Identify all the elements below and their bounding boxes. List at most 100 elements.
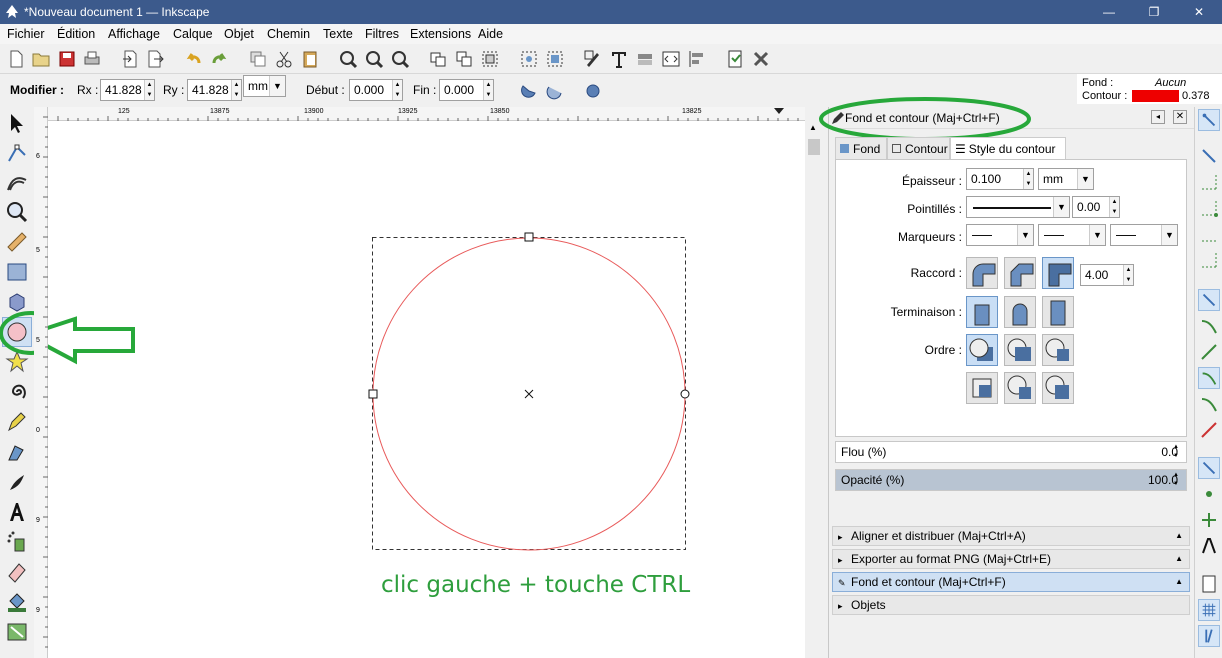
minimize-button[interactable]: — (1086, 0, 1132, 24)
order-stroke-fill-markers-button[interactable] (1004, 334, 1036, 366)
snap-path-icon[interactable] (1198, 315, 1220, 337)
maximize-button[interactable]: ❐ (1131, 0, 1177, 24)
round-cap-button[interactable] (1004, 296, 1036, 328)
snap-cusp-icon[interactable] (1198, 367, 1220, 389)
gradient-tool-icon[interactable] (5, 620, 29, 644)
text-tool-icon[interactable] (5, 500, 29, 524)
close-button[interactable]: ✕ (1176, 0, 1222, 24)
panel-align-distribute[interactable]: ▸ Aligner et distribuer (Maj+Ctrl+A) ▲ (832, 526, 1190, 546)
expand-arrow-icon[interactable]: ▲ (1175, 550, 1183, 568)
scroll-up-icon[interactable]: ▲ (809, 123, 817, 132)
order-stroke-markers-fill-button[interactable] (1004, 372, 1036, 404)
snap-bbox-center-icon[interactable] (1198, 249, 1220, 271)
start-spin-arrows-icon[interactable]: ▲ ▼ (392, 80, 402, 100)
calligraphy-tool-icon[interactable] (5, 470, 29, 494)
snap-midpoint-icon[interactable] (1198, 419, 1220, 441)
order-fill-markers-stroke-button[interactable] (966, 372, 998, 404)
snap-rotation-center-icon[interactable] (1198, 509, 1220, 531)
menu-objet[interactable]: Objet (224, 27, 254, 41)
paint-bucket-tool-icon[interactable] (5, 590, 29, 614)
tweak-tool-icon[interactable] (5, 170, 29, 194)
text-dialog-icon[interactable] (609, 49, 629, 69)
miter-limit-arrows-icon[interactable]: ▲ ▼ (1123, 265, 1133, 285)
end-spin-arrows-icon[interactable]: ▲ ▼ (483, 80, 493, 100)
miter-join-button[interactable] (1042, 257, 1074, 289)
pen-tool-icon[interactable] (5, 440, 29, 464)
layers-dialog-icon[interactable] (635, 49, 655, 69)
expand-arrow-icon[interactable]: ▲ (1175, 527, 1183, 545)
menu-chemin[interactable]: Chemin (267, 27, 310, 41)
menu-calque[interactable]: Calque (173, 27, 213, 41)
open-arc-icon[interactable] (546, 82, 564, 100)
measure-tool-icon[interactable] (5, 230, 29, 254)
menu-edition[interactable]: Édition (57, 27, 95, 41)
snap-bbox-edge-icon[interactable] (1198, 171, 1220, 193)
cut-icon[interactable] (274, 49, 294, 69)
dock-close-icon[interactable]: ✕ (1173, 110, 1187, 124)
dash-pattern-select[interactable]: ▼ (966, 196, 1070, 218)
duplicate-icon[interactable] (248, 49, 268, 69)
spiral-tool-icon[interactable] (5, 380, 29, 404)
import-icon[interactable] (120, 49, 140, 69)
spray-tool-icon[interactable] (5, 530, 29, 554)
open-folder-icon[interactable] (31, 49, 51, 69)
snap-text-baseline-icon[interactable] (1198, 535, 1220, 557)
ellipse-rx-handle[interactable] (368, 389, 378, 399)
snap-bbox-corner-icon[interactable] (1198, 197, 1220, 219)
fill-stroke-indicator[interactable]: Fond : Aucun Contour : 0.378 (1077, 74, 1222, 104)
make-whole-icon[interactable] (584, 82, 602, 100)
snap-center-icon[interactable] (1198, 483, 1220, 505)
tab-style-contour[interactable]: ☰ Style du contour (950, 137, 1066, 159)
align-icon[interactable] (545, 49, 565, 69)
canvas-scrollbar[interactable]: ▲ (805, 121, 823, 658)
ry-spin-arrows-icon[interactable]: ▲ ▼ (231, 80, 241, 100)
order-markers-fill-stroke-button[interactable] (1042, 334, 1074, 366)
rx-spinbox[interactable]: 41.828 ▲ ▼ (100, 79, 155, 101)
rx-spin-arrows-icon[interactable]: ▲ ▼ (144, 80, 154, 100)
paste-icon[interactable] (300, 49, 320, 69)
dock-iconify-icon[interactable]: ◂ (1151, 110, 1165, 124)
end-marker-select[interactable]: ▼ (1110, 224, 1178, 246)
opacity-slider[interactable]: Opacité (%) 100.0 (835, 469, 1187, 491)
tab-contour[interactable]: Contour (887, 137, 950, 159)
blur-spin-arrows-icon[interactable]: ▲ ▼ (1173, 443, 1179, 461)
new-document-icon[interactable] (6, 49, 26, 69)
start-spinbox[interactable]: 0.000 ▲ ▼ (349, 79, 403, 101)
eraser-tool-icon[interactable] (5, 560, 29, 584)
snap-nodes-icon[interactable] (1198, 289, 1220, 311)
document-properties-icon[interactable] (725, 49, 745, 69)
unlink-clone-icon[interactable] (454, 49, 474, 69)
miter-limit-spinbox[interactable]: 4.00 ▲ ▼ (1080, 264, 1134, 286)
snap-page-border-icon[interactable] (1198, 573, 1220, 595)
selector-tool-icon[interactable] (5, 111, 29, 135)
mid-marker-select[interactable]: ▼ (1038, 224, 1106, 246)
dash-offset-arrows-icon[interactable]: ▲ ▼ (1109, 197, 1119, 217)
menu-filtres[interactable]: Filtres (365, 27, 399, 41)
print-icon[interactable] (82, 49, 102, 69)
snap-guide-icon[interactable] (1198, 625, 1220, 647)
order-fill-stroke-markers-button[interactable] (966, 334, 998, 366)
menu-fichier[interactable]: Fichier (7, 27, 45, 41)
snap-grid-icon[interactable] (1198, 599, 1220, 621)
bevel-join-button[interactable] (1004, 257, 1036, 289)
snap-others-icon[interactable] (1198, 457, 1220, 479)
round-join-button[interactable] (966, 257, 998, 289)
square-cap-button[interactable] (1042, 296, 1074, 328)
snap-intersection-icon[interactable] (1198, 341, 1220, 363)
width-unit-select[interactable]: mm ▼ (1038, 168, 1094, 190)
menu-extensions[interactable]: Extensions (410, 27, 471, 41)
expand-arrow-icon[interactable]: ▲ (1175, 573, 1183, 591)
menu-texte[interactable]: Texte (323, 27, 353, 41)
ungroup-icon[interactable] (519, 49, 539, 69)
rectangle-tool-icon[interactable] (5, 260, 29, 284)
zoom-tool-icon[interactable] (5, 200, 29, 224)
ellipse-arc-handle[interactable] (680, 389, 690, 399)
align-distribute-icon[interactable] (687, 49, 707, 69)
group-icon[interactable] (480, 49, 500, 69)
blur-slider[interactable]: Flou (%) 0.0 (835, 441, 1187, 463)
snap-bbox-icon[interactable] (1198, 145, 1220, 167)
butt-cap-button[interactable] (966, 296, 998, 328)
ry-spinbox[interactable]: 41.828 ▲ ▼ (187, 79, 242, 101)
snap-toggle-icon[interactable] (1198, 109, 1220, 131)
redo-icon[interactable] (209, 49, 229, 69)
